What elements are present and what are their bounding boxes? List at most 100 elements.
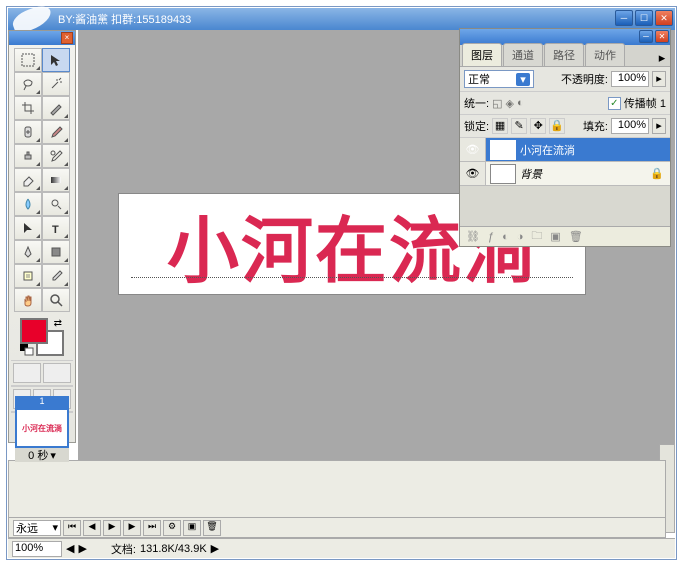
fill-flyout[interactable]: ▸ <box>652 118 666 134</box>
tab-layers[interactable]: 图层 <box>462 43 502 66</box>
eraser-tool[interactable] <box>14 168 42 192</box>
slice-tool[interactable] <box>42 96 70 120</box>
minimize-button[interactable]: ─ <box>615 10 633 26</box>
maximize-button[interactable]: ☐ <box>635 10 653 26</box>
magic-wand-tool[interactable] <box>42 72 70 96</box>
visibility-toggle-icon[interactable]: 👁 <box>460 138 486 161</box>
propagate-label: 传播帧 1 <box>624 95 666 111</box>
delete-layer-icon[interactable]: 🗑 <box>569 230 583 243</box>
layer-name[interactable]: 小河在流淌 <box>520 142 575 158</box>
quickmask-mode-button[interactable] <box>43 363 71 383</box>
unify-position-icon[interactable]: ◱ <box>492 97 502 110</box>
gradient-tool[interactable] <box>42 168 70 192</box>
status-bar: 100% ◀ ▶ 文档: 131.8K/43.9K ▶ <box>8 538 675 558</box>
layer-name[interactable]: 背景 <box>520 166 542 182</box>
pen-tool[interactable] <box>14 240 42 264</box>
history-brush-tool[interactable] <box>42 144 70 168</box>
hand-tool[interactable] <box>14 288 42 312</box>
lock-pixels-icon[interactable]: ✎ <box>511 118 527 134</box>
toolbox-panel: × T <box>8 30 76 443</box>
last-frame-button[interactable]: ⏭ <box>143 520 161 536</box>
play-button[interactable]: ▶ <box>103 520 121 536</box>
dodge-tool[interactable] <box>42 192 70 216</box>
doc-label: 文档: <box>111 541 136 557</box>
toolbox-close-button[interactable]: × <box>61 32 73 44</box>
layer-mask-icon[interactable]: ◐ <box>502 231 509 243</box>
blend-mode-select[interactable]: 正常▾ <box>464 70 534 88</box>
unify-style-icon[interactable]: ◐ <box>517 97 524 109</box>
lock-all-icon[interactable]: 🔒 <box>549 118 565 134</box>
tab-channels[interactable]: 通道 <box>503 43 543 66</box>
title-bar: BY:酱油黨 扣群:155189433 ─ ☐ ✕ <box>8 8 675 30</box>
doc-info: 131.8K/43.9K <box>140 543 207 555</box>
shape-tool[interactable] <box>42 240 70 264</box>
layers-panel: ─ ✕ 图层 通道 路径 动作 ▸ 正常▾ 不透明度: 100% ▸ 统一: ◱… <box>459 28 671 247</box>
tab-paths[interactable]: 路径 <box>544 43 584 66</box>
nav-right-icon[interactable]: ▶ <box>78 542 86 555</box>
type-tool[interactable]: T <box>42 216 70 240</box>
animation-panel: 1 小河在流淌 0 秒▾ 永远▾ ⏮ ◀ ▶ ▶ ⏭ ⚙ ▣ 🗑 <box>8 460 666 538</box>
doc-info-flyout[interactable]: ▶ <box>211 542 219 555</box>
propagate-checkbox[interactable]: ✓ <box>608 97 621 110</box>
layer-row[interactable]: 👁 T 小河在流淌 <box>460 138 670 162</box>
tween-button[interactable]: ⚙ <box>163 520 181 536</box>
loop-select[interactable]: 永远▾ <box>13 520 61 536</box>
clone-stamp-tool[interactable] <box>14 144 42 168</box>
lock-position-icon[interactable]: ✥ <box>530 118 546 134</box>
crop-tool[interactable] <box>14 96 42 120</box>
prev-frame-button[interactable]: ◀ <box>83 520 101 536</box>
lock-transparency-icon[interactable]: ▦ <box>492 118 508 134</box>
panel-close-button[interactable]: ✕ <box>655 30 669 43</box>
watermark-text: BY:酱油黨 扣群:155189433 <box>58 11 191 27</box>
adjustment-layer-icon[interactable]: ◑ <box>517 231 524 243</box>
link-layers-icon[interactable]: ⛓ <box>466 230 480 243</box>
brush-tool[interactable] <box>42 120 70 144</box>
first-frame-button[interactable]: ⏮ <box>63 520 81 536</box>
lock-label: 锁定: <box>464 118 489 134</box>
panel-menu-icon[interactable]: ▸ <box>654 50 670 66</box>
toolbox-titlebar[interactable]: × <box>9 31 75 45</box>
playback-controls: 永远▾ ⏮ ◀ ▶ ▶ ⏭ ⚙ ▣ 🗑 <box>9 517 665 537</box>
opacity-input[interactable]: 100% <box>611 71 649 87</box>
delete-frame-button[interactable]: 🗑 <box>203 520 221 536</box>
lasso-tool[interactable] <box>14 72 42 96</box>
healing-brush-tool[interactable] <box>14 120 42 144</box>
close-button[interactable]: ✕ <box>655 10 673 26</box>
opacity-flyout[interactable]: ▸ <box>652 71 666 87</box>
unify-visibility-icon[interactable]: ◈ <box>505 97 513 110</box>
new-layer-icon[interactable]: ▣ <box>550 230 560 243</box>
tab-actions[interactable]: 动作 <box>585 43 625 66</box>
zoom-input[interactable]: 100% <box>12 541 62 557</box>
panel-tabs: 图层 通道 路径 动作 ▸ <box>460 45 670 67</box>
layer-style-icon[interactable]: ƒ <box>488 231 494 243</box>
standard-mode-button[interactable] <box>13 363 41 383</box>
panel-minimize-button[interactable]: ─ <box>639 30 653 43</box>
foreground-color-swatch[interactable] <box>20 318 48 344</box>
visibility-toggle-icon[interactable]: 👁 <box>460 162 486 185</box>
frame-delay[interactable]: 0 秒▾ <box>15 448 69 462</box>
fill-label: 填充: <box>583 118 608 134</box>
duplicate-frame-button[interactable]: ▣ <box>183 520 201 536</box>
blur-tool[interactable] <box>14 192 42 216</box>
eyedropper-tool[interactable] <box>42 264 70 288</box>
zoom-tool[interactable] <box>42 288 70 312</box>
svg-text:T: T <box>52 224 59 236</box>
layer-type-icon: T <box>490 140 516 160</box>
opacity-label: 不透明度: <box>561 71 608 87</box>
frame-thumbnail[interactable]: 小河在流淌 <box>15 408 69 448</box>
unite-label: 统一: <box>464 95 489 111</box>
nav-left-icon[interactable]: ◀ <box>66 542 74 555</box>
notes-tool[interactable] <box>14 264 42 288</box>
marquee-tool[interactable] <box>14 48 42 72</box>
move-tool[interactable] <box>42 48 70 72</box>
fill-input[interactable]: 100% <box>611 118 649 134</box>
layer-row[interactable]: 👁 背景 🔒 <box>460 162 670 186</box>
frame-number: 1 <box>15 396 69 408</box>
next-frame-button[interactable]: ▶ <box>123 520 141 536</box>
swap-colors-icon[interactable]: ⇄ <box>54 318 62 329</box>
animation-frame[interactable]: 1 小河在流淌 0 秒▾ <box>15 396 69 462</box>
new-group-icon[interactable]: 🗀 <box>531 227 542 246</box>
path-selection-tool[interactable] <box>14 216 42 240</box>
lock-icon: 🔒 <box>650 167 664 180</box>
default-colors-icon[interactable] <box>20 344 34 356</box>
